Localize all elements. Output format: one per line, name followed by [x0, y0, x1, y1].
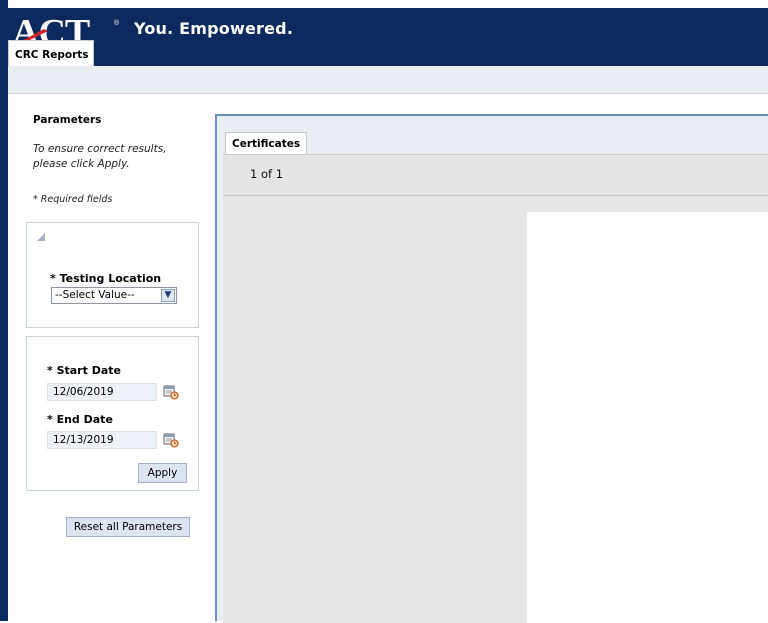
end-date-label: * End Date — [47, 413, 113, 426]
apply-button[interactable]: Apply — [138, 463, 187, 483]
calendar-icon[interactable] — [163, 384, 179, 400]
testing-location-value: --Select Value-- — [55, 289, 135, 301]
calendar-icon[interactable] — [163, 432, 179, 448]
chevron-down-icon[interactable]: ▼ — [161, 289, 175, 302]
page-counter: 1 of 1 — [250, 167, 284, 181]
toolbar-strip — [8, 66, 768, 94]
reset-parameters-button[interactable]: Reset all Parameters — [66, 517, 190, 537]
date-parameter-box: * Start Date 12/06/2019 * End Date 12/13… — [26, 336, 199, 491]
left-edge-bar — [0, 0, 8, 621]
report-pagination-bar: 1 of 1 — [223, 154, 768, 196]
location-parameter-box: * Testing Location --Select Value-- ▼ — [26, 222, 199, 328]
start-date-label: * Start Date — [47, 364, 121, 377]
parameters-title: Parameters — [33, 114, 102, 126]
parameters-panel: Parameters To ensure correct results, pl… — [18, 96, 208, 621]
report-page — [527, 212, 768, 623]
collapse-triangle-icon[interactable] — [37, 233, 45, 241]
report-frame: Certificates 1 of 1 — [215, 114, 768, 623]
svg-text:®: ® — [114, 19, 120, 27]
testing-location-label: * Testing Location — [50, 272, 162, 285]
apply-instruction: To ensure correct results, please click … — [33, 143, 167, 170]
start-date-input[interactable]: 12/06/2019 — [47, 383, 157, 401]
report-canvas — [223, 196, 768, 623]
end-date-input[interactable]: 12/13/2019 — [47, 431, 157, 449]
required-fields-note: * Required fields — [33, 194, 113, 205]
app-header: ACT ® You. Empowered. — [8, 8, 768, 66]
brand-tagline: You. Empowered. — [134, 19, 294, 38]
tab-crc-reports[interactable]: CRC Reports — [8, 40, 94, 66]
testing-location-select[interactable]: --Select Value-- ▼ — [51, 287, 177, 304]
tab-certificates[interactable]: Certificates — [225, 132, 307, 154]
